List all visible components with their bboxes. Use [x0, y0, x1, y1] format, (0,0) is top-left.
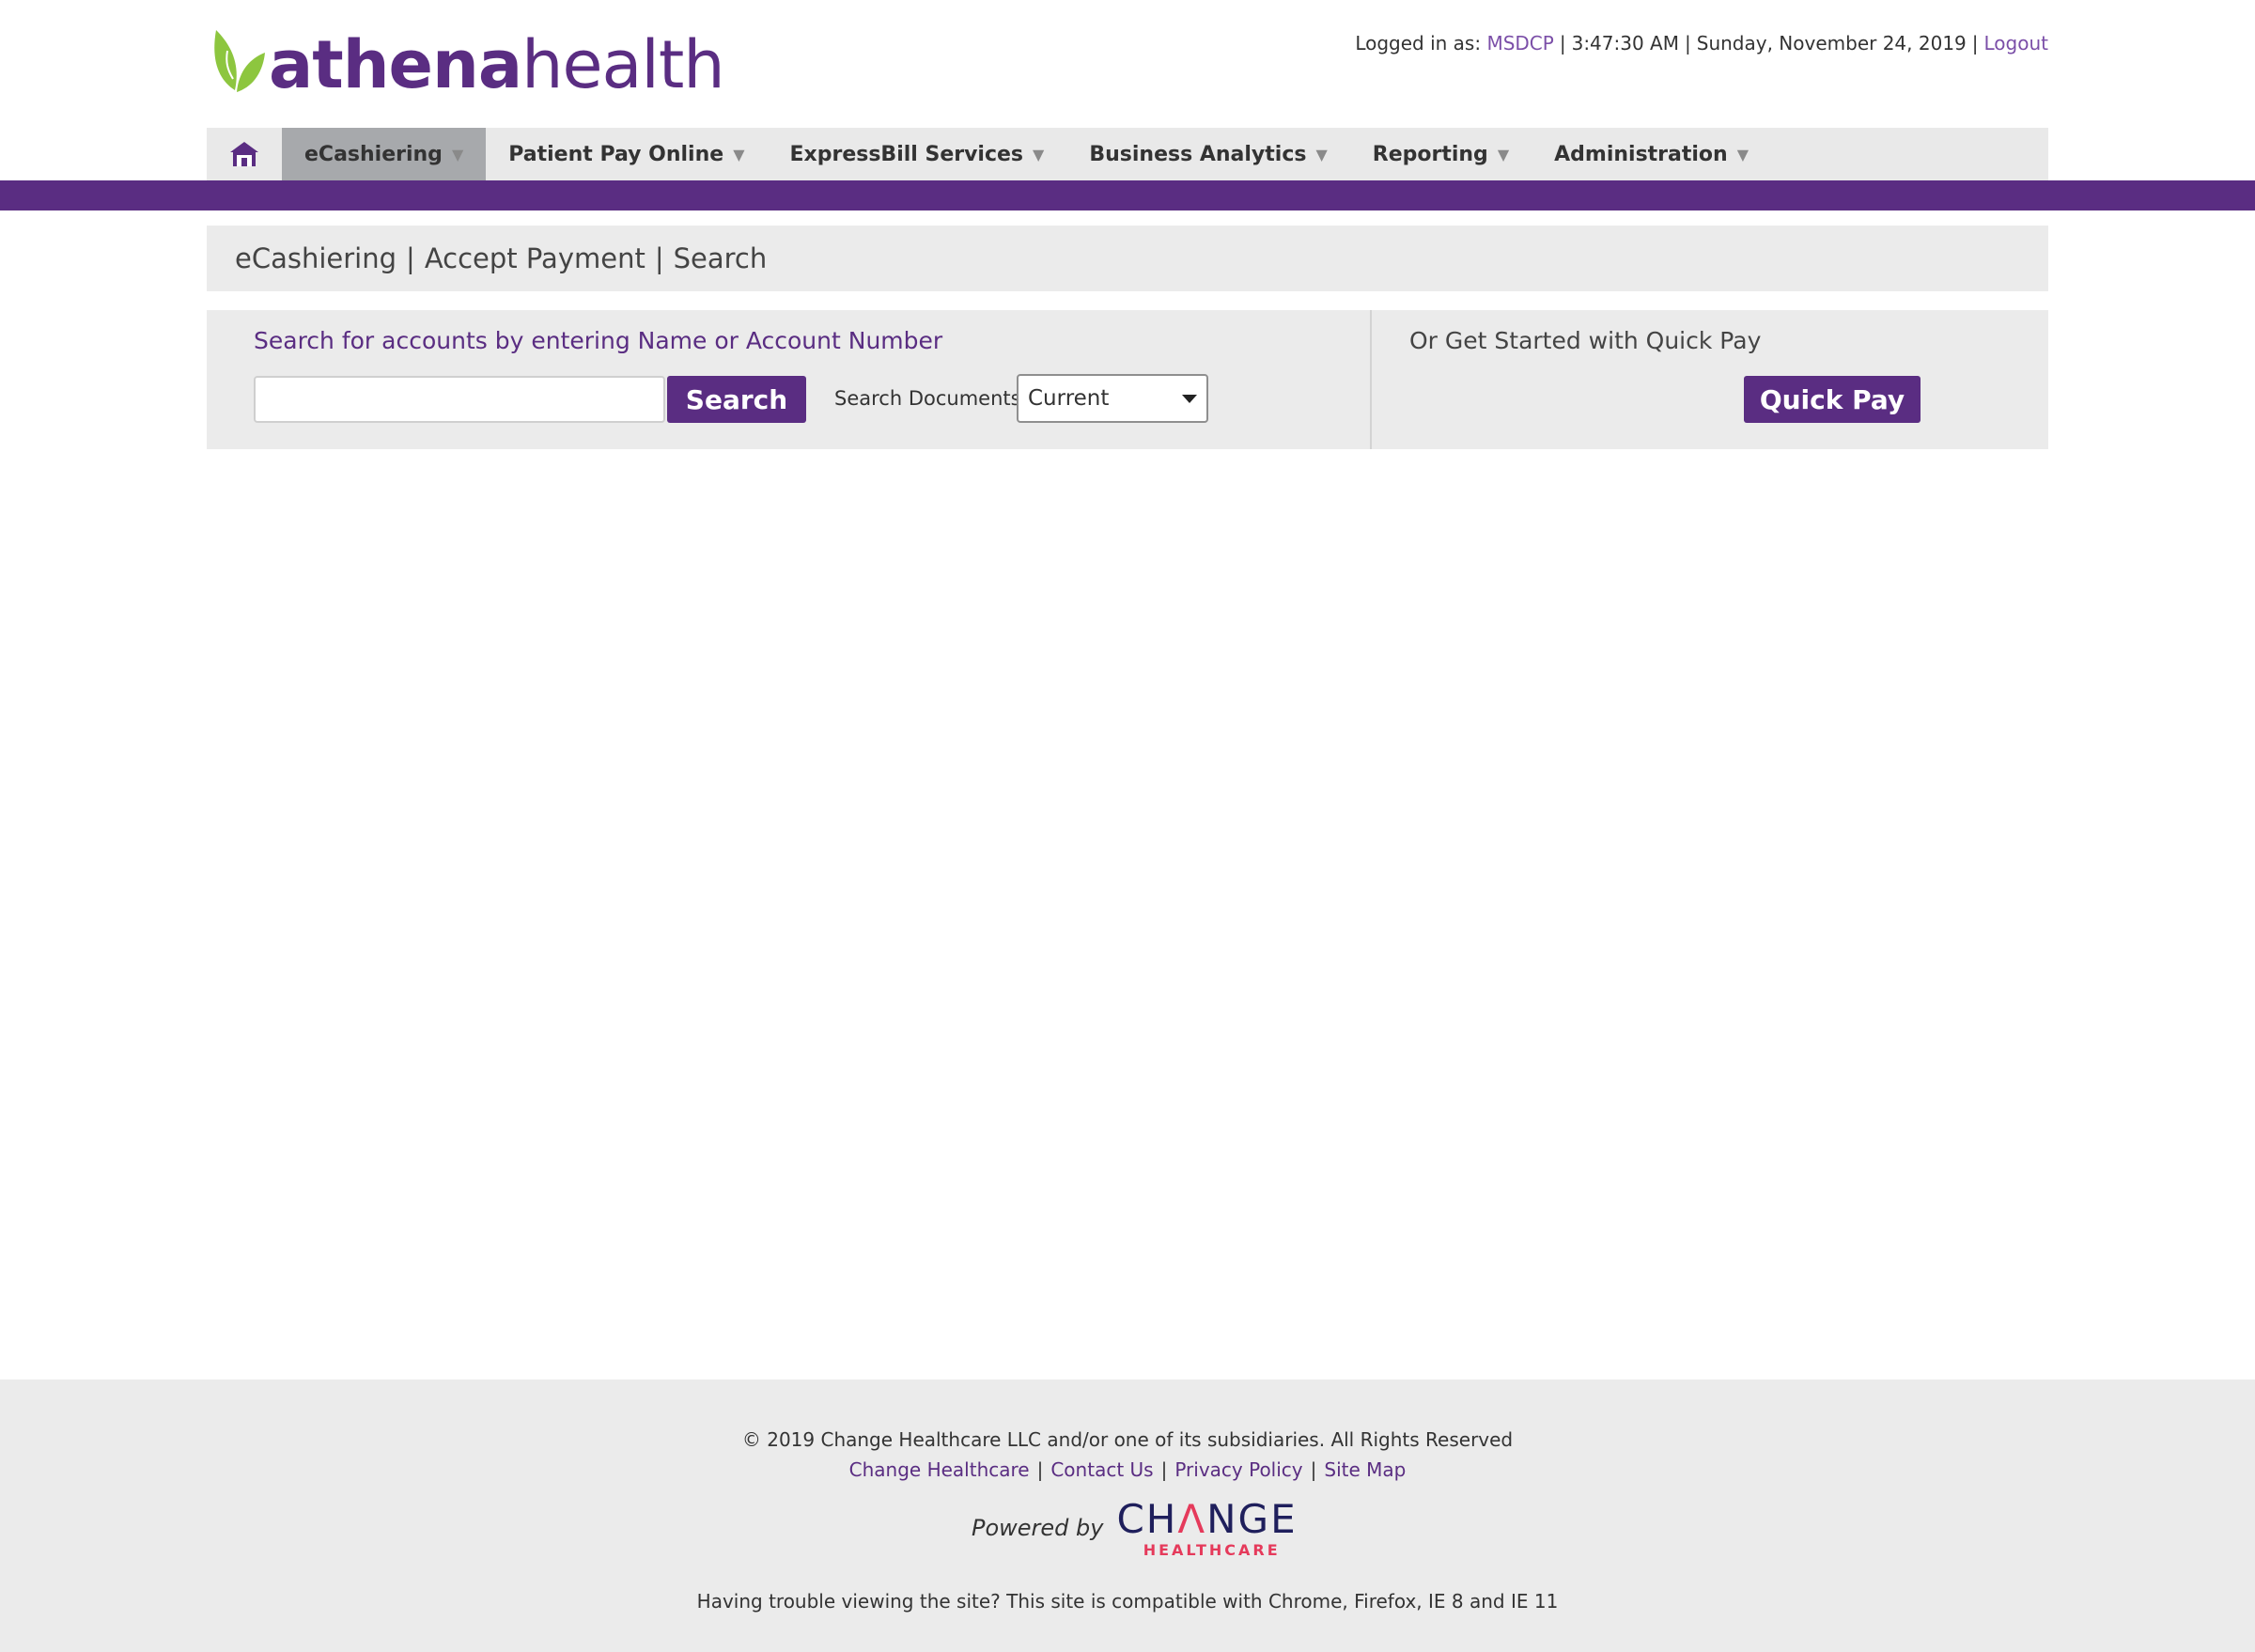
nav-item-patient-pay-online[interactable]: Patient Pay Online ▼: [486, 128, 767, 180]
footer-separator: |: [1160, 1458, 1168, 1481]
change-wordmark: CHΛNGE: [1116, 1500, 1297, 1539]
logo-health-text: health: [521, 26, 725, 103]
nav-item-label: eCashiering: [304, 142, 443, 166]
quick-pay-section: Or Get Started with Quick Pay Quick Pay: [1372, 310, 2048, 449]
compatibility-notice: Having trouble viewing the site? This si…: [696, 1590, 1559, 1613]
account-search-section: Search for accounts by entering Name or …: [207, 310, 1372, 449]
search-heading: Search for accounts by entering Name or …: [254, 327, 943, 354]
logout-link[interactable]: Logout: [1984, 32, 2048, 55]
breadcrumb: eCashiering | Accept Payment | Search: [207, 226, 2048, 291]
footer-link-privacy-policy[interactable]: Privacy Policy: [1174, 1458, 1302, 1481]
footer-separator: |: [1036, 1458, 1044, 1481]
nav-item-label: ExpressBill Services: [789, 142, 1024, 166]
change-text-a: Λ: [1177, 1496, 1207, 1542]
caret-down-icon: ▼: [733, 145, 745, 164]
leaf-icon: [214, 30, 265, 92]
nav-item-label: Reporting: [1372, 142, 1488, 166]
footer: © 2019 Change Healthcare LLC and/or one …: [0, 1379, 2255, 1652]
separator: |: [1685, 32, 1691, 55]
search-documents-selected: Current: [1028, 386, 1110, 411]
account-search-input[interactable]: [254, 376, 665, 423]
caret-down-icon: ▼: [1736, 145, 1750, 164]
nav-item-expressbill-services[interactable]: ExpressBill Services ▼: [768, 128, 1067, 180]
search-documents-select[interactable]: Current: [1017, 374, 1208, 423]
copyright-text: © 2019 Change Healthcare LLC and/or one …: [741, 1428, 1514, 1451]
footer-link-contact-us[interactable]: Contact Us: [1050, 1458, 1153, 1481]
change-text-end: NGE: [1206, 1496, 1298, 1542]
nav-item-label: Administration: [1554, 142, 1728, 166]
change-text-start: CH: [1116, 1496, 1178, 1542]
nav-accent-bar: [0, 180, 2255, 210]
separator: |: [1559, 32, 1566, 55]
nav-item-reporting[interactable]: Reporting ▼: [1350, 128, 1532, 180]
breadcrumb-item: Accept Payment: [424, 242, 645, 274]
athenahealth-logo[interactable]: athenahealth: [207, 24, 725, 98]
footer-links: Change Healthcare | Contact Us | Privacy Pol…: [0, 1458, 2255, 1481]
footer-link-change-healthcare[interactable]: Change Healthcare: [849, 1458, 1030, 1481]
change-healthcare-logo: CHΛNGE HEALTHCARE: [1116, 1500, 1297, 1560]
search-documents-label: Search Documents: [834, 387, 1021, 410]
logged-in-label: Logged in as:: [1355, 32, 1482, 55]
quick-pay-button[interactable]: Quick Pay: [1744, 376, 1921, 423]
main-nav: eCashiering ▼ Patient Pay Online ▼ Express…: [207, 128, 2048, 180]
healthcare-wordmark: HEALTHCARE: [1143, 1541, 1281, 1559]
search-button[interactable]: Search: [667, 376, 806, 423]
footer-link-site-map[interactable]: Site Map: [1324, 1458, 1406, 1481]
caret-down-icon: ▼: [1033, 145, 1045, 164]
footer-separator: |: [1310, 1458, 1317, 1481]
powered-by-text: Powered by: [972, 1515, 1104, 1541]
breadcrumb-item: Search: [673, 242, 768, 274]
nav-item-administration[interactable]: Administration ▼: [1532, 128, 1771, 180]
caret-down-icon: ▼: [451, 145, 464, 164]
search-panel: Search for accounts by entering Name or …: [207, 310, 2048, 449]
current-date: Sunday, November 24, 2019: [1696, 32, 1967, 55]
user-info: Logged in as: MSDCP | 3:47:30 AM | Sunday, N…: [1355, 32, 2048, 55]
caret-down-icon: ▼: [1315, 145, 1328, 164]
powered-by-block: Powered by CHΛNGE HEALTHCARE: [972, 1500, 1298, 1560]
quick-pay-heading: Or Get Started with Quick Pay: [1409, 327, 1762, 354]
home-icon: [230, 142, 258, 166]
nav-item-business-analytics[interactable]: Business Analytics ▼: [1066, 128, 1349, 180]
current-time: 3:47:30 AM: [1571, 32, 1679, 55]
nav-item-label: Patient Pay Online: [508, 142, 724, 166]
nav-item-label: Business Analytics: [1089, 142, 1307, 166]
nav-home-button[interactable]: [207, 128, 282, 180]
breadcrumb-separator: |: [654, 242, 664, 274]
caret-down-icon: ▼: [1497, 145, 1510, 164]
dropdown-arrow-icon: [1182, 394, 1197, 403]
separator: |: [1971, 32, 1979, 55]
logo-athena-text: athena: [269, 26, 522, 103]
header: athenahealth Logged in as: MSDCP | 3:47:30…: [0, 0, 2255, 128]
breadcrumb-item: eCashiering: [235, 242, 397, 274]
breadcrumb-separator: |: [406, 242, 415, 274]
username-link[interactable]: MSDCP: [1486, 32, 1553, 55]
nav-item-ecashiering[interactable]: eCashiering ▼: [282, 128, 487, 180]
